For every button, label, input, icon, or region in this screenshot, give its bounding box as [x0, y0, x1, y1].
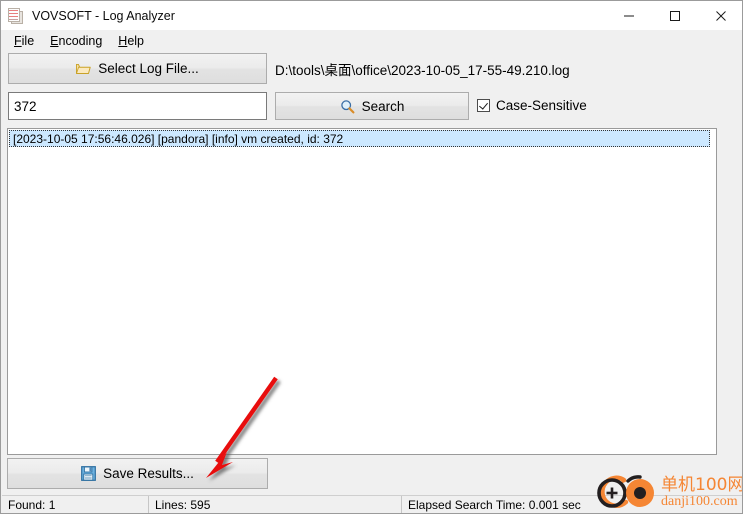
case-sensitive-checkbox[interactable]: Case-Sensitive — [477, 98, 587, 113]
watermark-url-text: danji100.com — [661, 493, 738, 509]
minimize-button[interactable] — [606, 1, 652, 30]
menu-encoding-rest: ncoding — [58, 33, 103, 48]
menu-item-file[interactable]: File — [6, 32, 42, 50]
open-folder-icon — [76, 62, 91, 75]
window-title: VOVSOFT - Log Analyzer — [32, 8, 175, 23]
search-button[interactable]: Search — [275, 92, 469, 120]
save-results-label: Save Results... — [103, 466, 194, 481]
search-input[interactable] — [8, 92, 267, 120]
document-lines-icon — [8, 7, 24, 24]
select-log-file-button[interactable]: Select Log File... — [8, 53, 267, 84]
menu-item-help[interactable]: Help — [110, 32, 152, 50]
watermark: 单机100网 danji100.com — [593, 471, 743, 513]
save-results-button[interactable]: Save Results... — [7, 458, 268, 489]
menu-help-rest: elp — [127, 33, 145, 48]
case-sensitive-checkbox-box[interactable] — [477, 99, 490, 112]
menu-file-accesskey: F — [14, 33, 22, 48]
magnifier-icon — [340, 99, 355, 114]
search-button-label: Search — [361, 98, 405, 114]
select-log-file-label: Select Log File... — [98, 61, 199, 76]
title-bar: VOVSOFT - Log Analyzer — [1, 1, 742, 30]
menu-help-accesskey: H — [118, 33, 128, 48]
log-file-path: D:\tools\桌面\office\2023-10-05_17-55-49.2… — [275, 63, 570, 78]
status-lines: Lines: 595 — [149, 495, 402, 513]
window-controls — [606, 1, 742, 30]
results-list[interactable]: [2023-10-05 17:56:46.026] [pandora] [inf… — [7, 128, 717, 455]
menu-encoding-accesskey: E — [50, 33, 59, 48]
status-found: Found: 1 — [2, 495, 149, 513]
menu-item-encoding[interactable]: Encoding — [42, 32, 110, 50]
menu-bar: File Encoding Help — [1, 30, 742, 51]
case-sensitive-label: Case-Sensitive — [496, 98, 587, 113]
watermark-logo-icon — [597, 475, 654, 508]
maximize-button[interactable] — [652, 1, 698, 30]
list-item[interactable]: [2023-10-05 17:56:46.026] [pandora] [inf… — [9, 130, 710, 147]
menu-file-rest: ile — [21, 33, 35, 48]
watermark-text: 单机100网 danji100.com — [661, 474, 743, 510]
close-button[interactable] — [698, 1, 742, 30]
watermark-cn-text: 单机100网 — [661, 474, 743, 495]
floppy-disk-icon — [81, 466, 96, 481]
app-window: VOVSOFT - Log Analyzer File Encoding Hel… — [0, 0, 743, 514]
